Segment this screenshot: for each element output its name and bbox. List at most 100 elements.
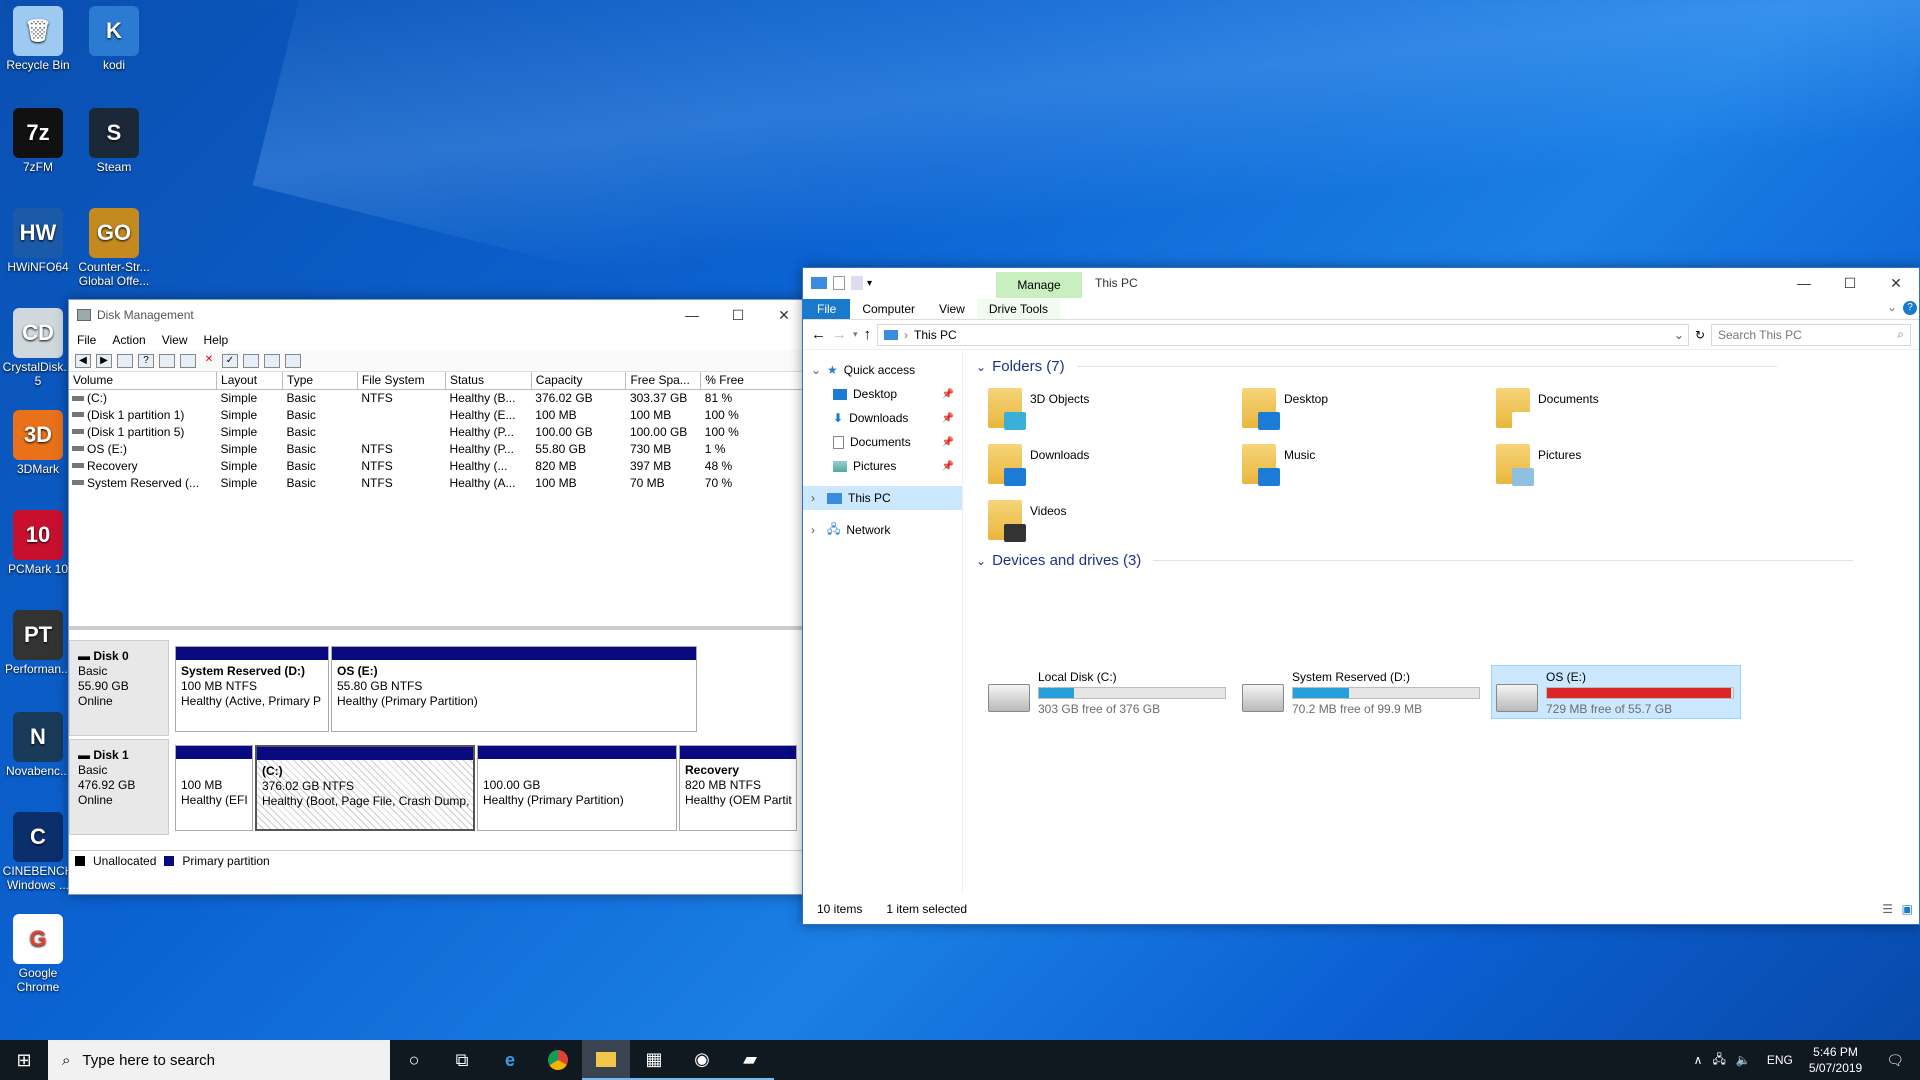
disk-0-label[interactable]: ▬ Disk 0 Basic 55.90 GB Online <box>69 640 169 736</box>
search-input[interactable]: Search This PC ⌕ <box>1711 323 1911 346</box>
desktop-icon-0[interactable]: 🗑 Recycle Bin <box>0 6 76 72</box>
ribbon-expand-icon[interactable]: ⌄ <box>1887 300 1897 314</box>
details-view-icon[interactable]: ☰ <box>1882 902 1893 916</box>
help-icon[interactable]: ? <box>1903 301 1917 315</box>
notification-icon[interactable]: 🗨 <box>1886 1052 1904 1069</box>
column-header[interactable]: Type <box>282 372 358 390</box>
nav-documents[interactable]: Documents 📌 <box>803 430 962 454</box>
column-header[interactable]: Volume <box>69 372 218 390</box>
cortana-icon[interactable]: ○ <box>390 1040 438 1080</box>
desktop-icon-7[interactable]: 3D 3DMark <box>0 410 76 476</box>
desktop-icon-5[interactable]: GO Counter-Str... Global Offe... <box>76 208 152 288</box>
column-header[interactable]: Free Spa... <box>625 372 702 390</box>
expand-chevron-icon[interactable]: › <box>811 491 821 505</box>
partition-recovery[interactable]: Recovery 820 MB NTFS Healthy (OEM Partit <box>679 745 797 831</box>
pin-icon[interactable]: 📌 <box>942 461 954 472</box>
folder-item[interactable]: Music <box>1242 444 1492 496</box>
column-header[interactable]: % Free <box>700 372 807 390</box>
desktop-icon-8[interactable]: 10 PCMark 10 <box>0 510 76 576</box>
drive-item[interactable]: System Reserved (D:) 70.2 MB free of 99.9… <box>1238 666 1486 718</box>
folder-item[interactable]: 3D Objects <box>988 388 1238 440</box>
up-arrow-icon[interactable]: ↑ <box>864 326 872 343</box>
table-row[interactable]: (C:) Simple Basic NTFS Healthy (B... 376.02 G… <box>69 389 807 406</box>
desktop-icon-10[interactable]: N Novabenc... <box>0 712 76 778</box>
disk-management-titlebar[interactable]: Disk Management — ☐ ✕ <box>69 300 807 330</box>
search-disk-icon[interactable] <box>264 353 280 368</box>
table-row[interactable]: (Disk 1 partition 1) Simple Basic Healthy (… <box>69 406 807 423</box>
drive-taskbar-icon[interactable]: ▰ <box>726 1040 774 1080</box>
qat-dropdown-icon[interactable]: ▾ <box>867 278 872 289</box>
task-view-icon[interactable]: ⧉ <box>438 1040 486 1080</box>
console-tree-icon[interactable] <box>117 353 133 368</box>
properties-icon[interactable] <box>159 353 175 368</box>
folders-header[interactable]: ⌄ Folders (7) <box>976 358 1777 375</box>
partition-c-selected[interactable]: (C:) 376.02 GB NTFS Healthy (Boot, Page … <box>255 745 475 831</box>
minimize-button[interactable]: — <box>669 300 715 330</box>
column-header[interactable]: Status <box>445 372 532 390</box>
pin-icon[interactable]: 📌 <box>942 413 954 424</box>
desktop-icon-6[interactable]: CD CrystalDisk... 5 <box>0 308 76 388</box>
expand-chevron-icon[interactable]: › <box>811 523 821 537</box>
table-row[interactable]: Recovery Simple Basic NTFS Healthy (... 820 M… <box>69 457 807 474</box>
delete-icon[interactable]: ✕ <box>201 354 217 368</box>
volume-icon[interactable]: 🔈 <box>1736 1053 1751 1067</box>
table-row[interactable]: (Disk 1 partition 5) Simple Basic Healthy (… <box>69 423 807 440</box>
minimize-button[interactable]: — <box>1781 268 1827 298</box>
nav-quick-access[interactable]: ⌄ ★ Quick access <box>803 358 962 382</box>
explorer-titlebar[interactable]: ▾ Manage This PC — ☐ ✕ <box>803 268 1919 298</box>
disk-management-window[interactable]: Disk Management — ☐ ✕ File Action View H… <box>68 299 808 895</box>
menu-view[interactable]: View <box>154 333 196 347</box>
forward-icon[interactable]: ▶ <box>96 353 112 368</box>
desktop-icon-9[interactable]: PT Performan... <box>0 610 76 676</box>
steam-taskbar-icon[interactable]: ◉ <box>678 1040 726 1080</box>
recent-dropdown-icon[interactable]: ▾ <box>853 329 858 340</box>
manage-context-tab[interactable]: Manage <box>996 272 1082 298</box>
disk-1-label[interactable]: ▬ Disk 1 Basic 476.92 GB Online <box>69 739 169 835</box>
collapse-chevron-icon[interactable]: ⌄ <box>811 363 821 377</box>
column-header[interactable]: File System <box>357 372 446 390</box>
nav-pictures[interactable]: Pictures 📌 <box>803 454 962 478</box>
qat-newfolder-icon[interactable] <box>851 276 863 290</box>
partition-disk1-5[interactable]: 100.00 GB Healthy (Primary Partition) <box>477 745 677 831</box>
help-icon[interactable]: ? <box>138 353 154 368</box>
file-explorer-taskbar-icon[interactable] <box>582 1040 630 1080</box>
qat-properties-icon[interactable] <box>833 276 845 290</box>
chevron-down-icon[interactable]: ⌄ <box>976 360 986 374</box>
close-button[interactable]: ✕ <box>1873 268 1919 298</box>
partition-system-reserved[interactable]: System Reserved (D:) 100 MB NTFS Healthy… <box>175 646 329 732</box>
start-button[interactable]: ⊞ <box>0 1040 48 1080</box>
drives-header[interactable]: ⌄ Devices and drives (3) <box>976 552 1853 569</box>
menu-help[interactable]: Help <box>196 333 237 347</box>
back-arrow-icon[interactable]: ← <box>811 326 826 343</box>
column-header[interactable]: Capacity <box>531 372 627 390</box>
desktop-icon-4[interactable]: HW HWiNFO64 <box>0 208 76 274</box>
desktop-icon-12[interactable]: G Google Chrome <box>0 914 76 994</box>
menu-file[interactable]: File <box>69 333 104 347</box>
column-header[interactable]: Layout <box>216 372 284 390</box>
address-bar[interactable]: › This PC ⌄ <box>877 323 1689 346</box>
nav-downloads[interactable]: ⬇ Downloads 📌 <box>803 406 962 430</box>
language-indicator[interactable]: ENG <box>1767 1053 1793 1067</box>
nav-this-pc[interactable]: › This PC <box>803 486 962 510</box>
menu-action[interactable]: Action <box>104 333 153 347</box>
drive-item[interactable]: Local Disk (C:) 303 GB free of 376 GB <box>984 666 1232 718</box>
chevron-down-icon[interactable]: ⌄ <box>976 554 986 568</box>
nav-network[interactable]: › 🖧 Network <box>803 518 962 542</box>
details-icon[interactable] <box>285 353 301 368</box>
nav-desktop[interactable]: Desktop 📌 <box>803 382 962 406</box>
folder-item[interactable]: Desktop <box>1242 388 1492 440</box>
folder-item[interactable]: Videos <box>988 500 1238 552</box>
pin-icon[interactable]: 📌 <box>942 437 954 448</box>
address-dropdown-icon[interactable]: ⌄ <box>1674 328 1684 342</box>
folder-item[interactable]: Downloads <box>988 444 1238 496</box>
drive-item[interactable]: OS (E:) 729 MB free of 55.7 GB <box>1491 665 1741 719</box>
forward-arrow-icon[interactable]: → <box>832 326 847 343</box>
edge-icon[interactable]: e <box>486 1040 534 1080</box>
back-icon[interactable]: ◀ <box>75 353 91 368</box>
desktop-icon-2[interactable]: 7z 7zFM <box>0 108 76 174</box>
chrome-icon[interactable] <box>534 1040 582 1080</box>
clock[interactable]: 5:46 PM 5/07/2019 <box>1809 1044 1862 1076</box>
desktop-icon-11[interactable]: C CINEBENCH Windows ... <box>0 812 76 892</box>
disk-management-taskbar-icon[interactable]: ▦ <box>630 1040 678 1080</box>
network-tray-icon[interactable]: 🖧 <box>1712 1050 1725 1071</box>
